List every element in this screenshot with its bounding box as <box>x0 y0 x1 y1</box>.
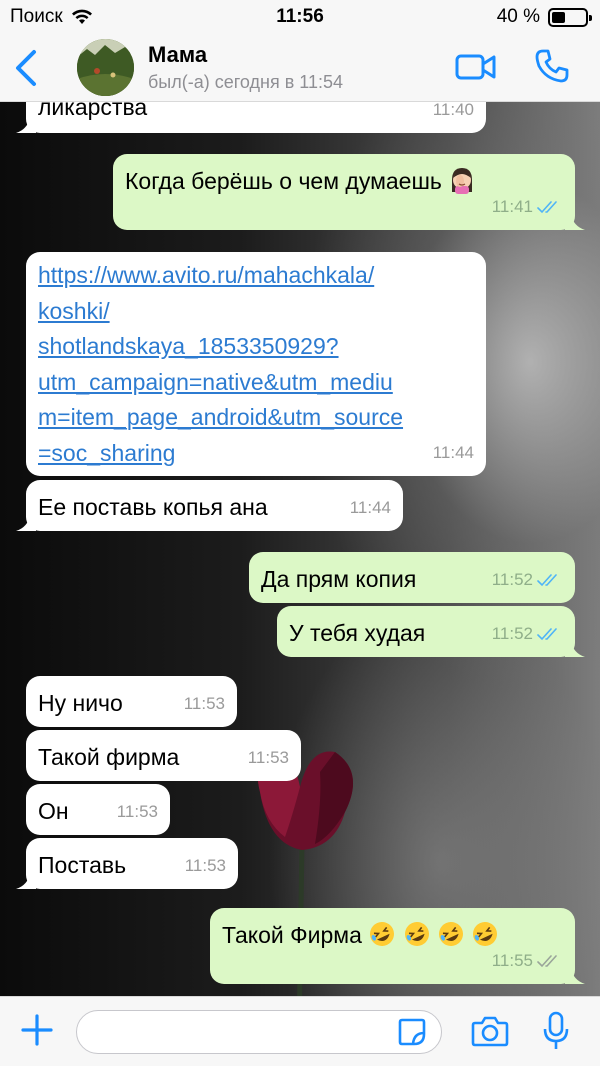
video-call-icon[interactable] <box>455 52 497 82</box>
bubble-tail <box>565 214 585 230</box>
message-link-line[interactable]: =soc_sharing <box>38 436 474 472</box>
avatar-image <box>77 39 134 96</box>
read-ticks-icon <box>537 574 557 587</box>
message-incoming[interactable]: ликарства 11:40 <box>16 102 486 133</box>
rolling-laughing-emoji-icon <box>404 922 429 946</box>
message-input[interactable] <box>76 1010 442 1054</box>
message-text: ликарства <box>38 102 148 120</box>
message-outgoing[interactable]: У тебя худая 11:52 <box>277 606 585 657</box>
message-incoming[interactable]: Поставь 11:53 <box>16 838 238 889</box>
sticker-icon[interactable] <box>397 1017 427 1047</box>
message-time: 11:53 <box>247 748 289 767</box>
woman-facepalming-emoji-icon <box>452 168 473 194</box>
battery-percent: 40 % <box>496 6 540 27</box>
message-outgoing[interactable]: Такой Фирма 11:55 <box>210 908 585 984</box>
message-time: 11:40 <box>432 102 474 119</box>
message-link-line[interactable]: https://www.avito.ru/mahachkala/ <box>38 258 474 294</box>
message-link-line[interactable]: koshki/ <box>38 294 474 330</box>
read-ticks-icon <box>537 628 557 641</box>
contact-last-seen: был(-а) сегодня в 11:54 <box>148 72 344 92</box>
phone-icon[interactable] <box>534 48 570 84</box>
message-text: Такой Фирма <box>222 922 362 948</box>
back-chevron-icon[interactable] <box>12 48 40 88</box>
message-link-line[interactable]: utm_campaign=native&utm_mediu <box>38 365 474 401</box>
camera-icon[interactable] <box>471 1015 509 1047</box>
rolling-laughing-emoji-icon <box>370 922 395 946</box>
message-outgoing[interactable]: Да прям копия 11:52 <box>249 552 575 603</box>
message-time: 11:53 <box>183 694 225 713</box>
bubble-tail <box>16 117 36 133</box>
microphone-icon[interactable] <box>543 1011 569 1051</box>
plus-icon[interactable] <box>20 1013 54 1047</box>
bubble-tail <box>16 873 36 889</box>
message-time: 11:44 <box>432 442 474 462</box>
read-ticks-icon <box>537 201 557 214</box>
message-time: 11:52 <box>491 570 533 589</box>
message-time: 11:53 <box>116 802 158 821</box>
bubble-tail <box>565 968 585 984</box>
avatar[interactable] <box>77 39 134 96</box>
composer-bar <box>0 996 600 1066</box>
chat-header: Мама был(-а) сегодня в 11:54 <box>0 34 600 102</box>
battery-level <box>552 11 565 23</box>
contact-name[interactable]: Мама <box>148 42 207 68</box>
message-link-line[interactable]: m=item_page_android&utm_source <box>38 400 474 436</box>
message-text: Ее поставь копья ана <box>38 494 268 520</box>
delivered-ticks-icon <box>537 955 557 968</box>
message-link-line[interactable]: shotlandskaya_1853350929? <box>38 329 474 365</box>
bubble-tail <box>565 641 585 657</box>
message-incoming[interactable]: Он 11:53 <box>26 784 170 835</box>
status-bar: Поиск 11:56 40 % <box>0 0 600 34</box>
message-incoming[interactable]: Ее поставь копья ана 11:44 <box>16 480 403 531</box>
message-text: Когда берёшь о чем думаешь <box>125 168 442 194</box>
rolling-laughing-emoji-icon <box>439 922 464 946</box>
battery-icon <box>548 7 592 27</box>
message-incoming[interactable]: Такой фирма 11:53 <box>26 730 301 781</box>
message-incoming[interactable]: Ну ничо 11:53 <box>26 676 237 727</box>
message-time: 11:44 <box>349 498 391 517</box>
bubble-tail <box>16 515 36 531</box>
message-time: 11:55 <box>491 951 533 970</box>
message-outgoing[interactable]: Когда берёшь о чем думаешь 11:41 <box>113 154 585 230</box>
message-list[interactable]: ликарства 11:40 Когда берёшь о чем думае… <box>0 102 600 996</box>
message-time: 11:53 <box>184 856 226 875</box>
message-incoming-link[interactable]: https://www.avito.ru/mahachkala/ koshki/… <box>26 252 486 476</box>
message-time: 11:52 <box>491 624 533 643</box>
message-time: 11:41 <box>491 197 533 216</box>
